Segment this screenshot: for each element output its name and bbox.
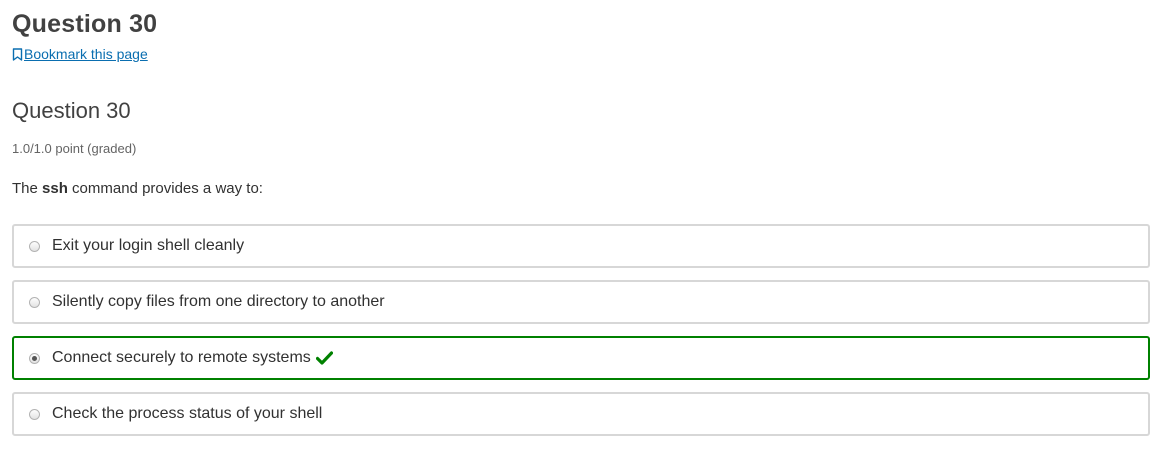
problem-prompt: The ssh command provides a way to: bbox=[12, 180, 263, 197]
problem-title: Question 30 bbox=[12, 98, 131, 123]
choice-label: Connect securely to remote systems bbox=[52, 349, 311, 366]
unit-title: Question 30 bbox=[12, 10, 158, 38]
checkmark-icon bbox=[315, 351, 333, 365]
radio-button[interactable] bbox=[29, 296, 40, 308]
prompt-command: ssh bbox=[42, 180, 68, 197]
choice-option-1[interactable]: Exit your login shell cleanly bbox=[12, 224, 1150, 268]
courseware-page: Question 30 Bookmark this page Question … bbox=[0, 0, 1164, 470]
problem-points: 1.0/1.0 point (graded) bbox=[12, 141, 137, 156]
choice-option-3[interactable]: Connect securely to remote systems bbox=[12, 336, 1150, 380]
radio-button-selected[interactable] bbox=[29, 352, 40, 364]
choice-option-4[interactable]: Check the process status of your shell bbox=[12, 392, 1150, 436]
prompt-prefix: The bbox=[12, 180, 43, 197]
bookmark-icon bbox=[12, 47, 23, 61]
choice-label: Silently copy files from one directory t… bbox=[52, 293, 385, 310]
radio-button[interactable] bbox=[29, 408, 40, 420]
radio-button[interactable] bbox=[29, 240, 40, 252]
prompt-suffix: command provides a way to: bbox=[67, 180, 263, 197]
bookmark-link[interactable]: Bookmark this page bbox=[12, 46, 148, 62]
choice-label: Check the process status of your shell bbox=[52, 405, 323, 422]
choice-option-2[interactable]: Silently copy files from one directory t… bbox=[12, 280, 1150, 324]
bookmark-label: Bookmark this page bbox=[24, 46, 148, 62]
choice-label: Exit your login shell cleanly bbox=[52, 237, 245, 254]
